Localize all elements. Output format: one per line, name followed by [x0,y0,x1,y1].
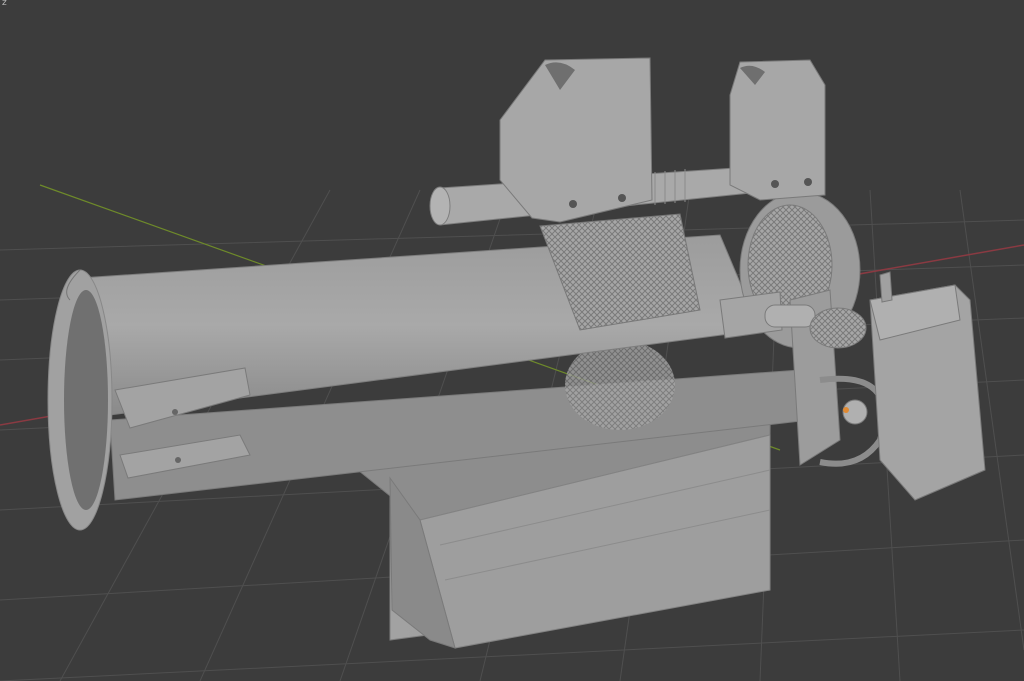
front-sight[interactable] [499,57,653,223]
origin-point [843,407,849,413]
3d-viewport[interactable]: z [0,0,1024,681]
grip-handle[interactable] [869,271,986,501]
rear-sight[interactable] [729,59,826,201]
scene-canvas[interactable] [0,0,1024,681]
